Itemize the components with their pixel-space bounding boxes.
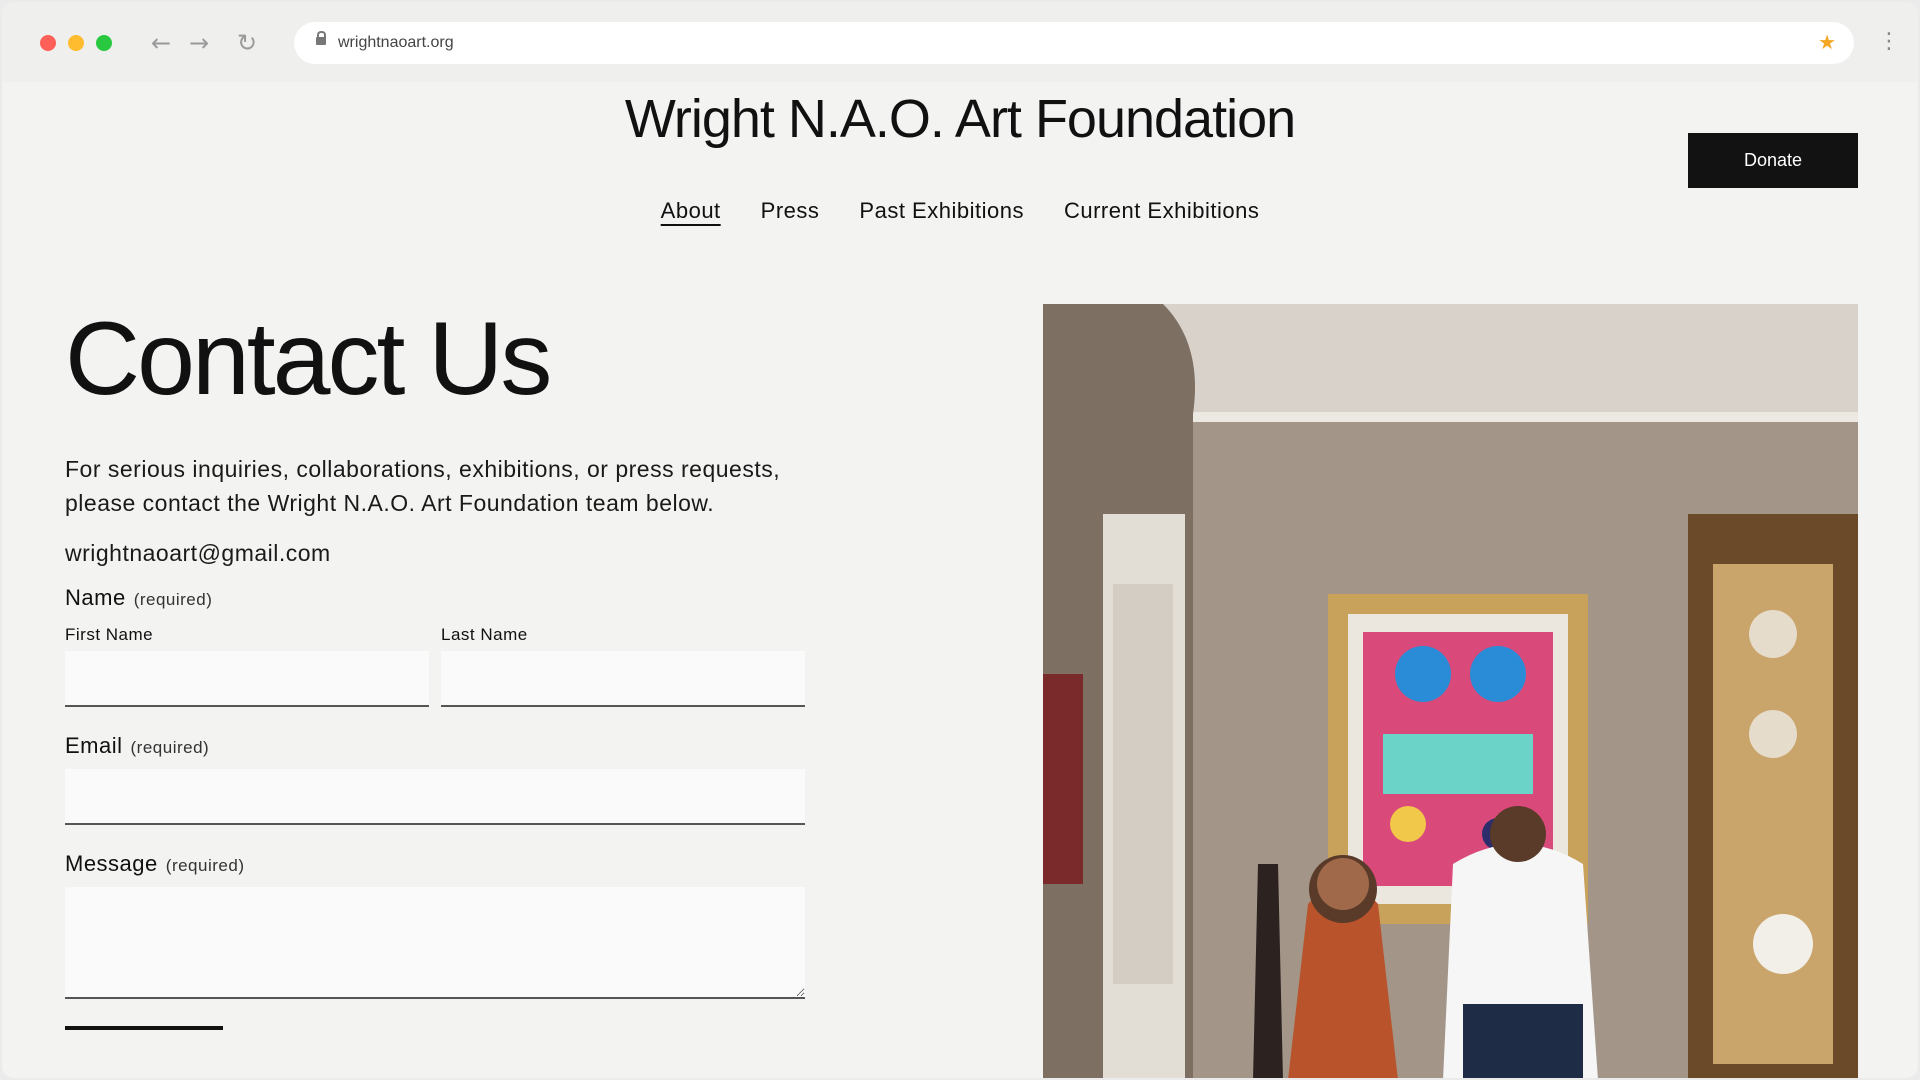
url-text[interactable]: wrightnaoart.org (338, 34, 454, 52)
bookmark-star-icon[interactable]: ★ (1818, 30, 1836, 54)
browser-toolbar: ← → ↻ wrightnaoart.org ★ ⋮ (2, 2, 1918, 82)
photo-illustration (1043, 304, 1858, 1078)
site-title[interactable]: Wright N.A.O. Art Foundation (2, 88, 1918, 150)
submit-button-edge[interactable] (65, 1026, 223, 1031)
maximize-window-button[interactable] (96, 35, 112, 51)
nav-about[interactable]: About (661, 198, 721, 224)
browser-menu-icon[interactable]: ⋮ (1878, 28, 1900, 56)
main-navigation: About Press Past Exhibitions Current Exh… (2, 198, 1918, 224)
email-required-note: (required) (130, 738, 210, 758)
message-textarea[interactable] (65, 887, 805, 1000)
last-name-label: Last Name (441, 625, 528, 645)
name-fields: First Name Last Name (65, 625, 805, 708)
message-field-label: Message (required) (65, 851, 805, 877)
first-name-input[interactable] (65, 651, 429, 708)
first-name-group: First Name (65, 625, 429, 708)
email-label: Email (65, 733, 123, 759)
browser-window: ← → ↻ wrightnaoart.org ★ ⋮ Wright N.A.O.… (2, 2, 1918, 1078)
founders-photo (1043, 304, 1858, 1078)
last-name-group: Last Name (441, 625, 805, 708)
page-title: Contact Us (65, 301, 552, 417)
email-field-label: Email (required) (65, 733, 805, 759)
reload-icon[interactable]: ↻ (232, 28, 262, 58)
name-field-label: Name (required) (65, 585, 805, 611)
first-name-label: First Name (65, 625, 154, 645)
minimize-window-button[interactable] (68, 35, 84, 51)
email-input[interactable] (65, 769, 805, 826)
name-required-note: (required) (133, 590, 213, 610)
forward-arrow-icon[interactable]: → (184, 28, 214, 58)
last-name-input[interactable] (441, 651, 805, 708)
back-arrow-icon[interactable]: ← (146, 28, 176, 58)
message-label: Message (65, 851, 158, 877)
nav-press[interactable]: Press (761, 198, 820, 224)
nav-past-exhibitions[interactable]: Past Exhibitions (859, 198, 1024, 224)
contact-email[interactable]: wrightnaoart@gmail.com (65, 540, 805, 567)
close-window-button[interactable] (40, 35, 56, 51)
nav-current-exhibitions[interactable]: Current Exhibitions (1064, 198, 1259, 224)
message-required-note: (required) (165, 856, 245, 876)
lock-icon (316, 31, 326, 45)
intro-text: For serious inquiries, collaborations, e… (65, 456, 781, 517)
name-label: Name (65, 585, 126, 611)
address-bar[interactable]: wrightnaoart.org ★ (294, 22, 1854, 64)
donate-button[interactable]: Donate (1688, 133, 1858, 188)
contact-section: Contact Us For serious inquiries, collab… (65, 301, 805, 1031)
